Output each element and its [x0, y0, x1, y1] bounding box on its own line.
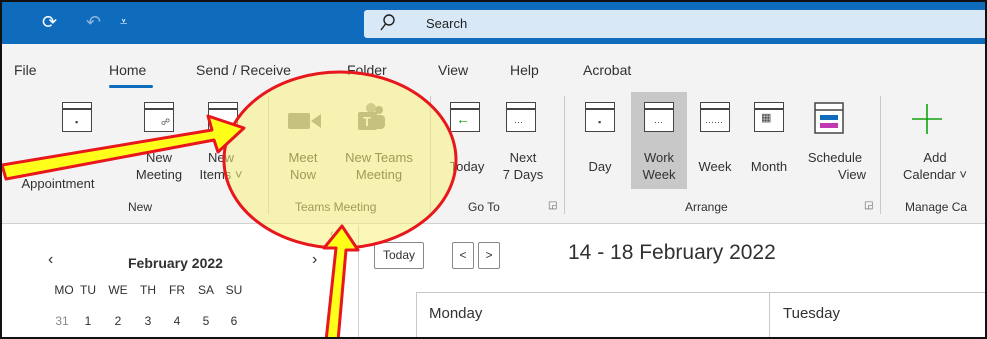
- next-7-days-icon: ⋯: [506, 102, 536, 132]
- tab-view[interactable]: View: [438, 62, 468, 78]
- new-items-icon: [208, 102, 238, 132]
- previous-month-button[interactable]: ‹: [48, 251, 53, 269]
- weekday-label: FR: [169, 283, 185, 297]
- tab-acrobat[interactable]: Acrobat: [583, 62, 631, 78]
- weekday-label: SA: [197, 283, 214, 297]
- dialog-launcher-icon[interactable]: ◲: [548, 200, 557, 211]
- work-week-icon: ⋯: [644, 102, 674, 132]
- calendar-day[interactable]: 31: [49, 314, 75, 328]
- tab-folder[interactable]: Folder: [347, 62, 387, 78]
- svg-text:T: T: [363, 114, 371, 129]
- weekday-label: MO: [54, 283, 74, 297]
- week-view-icon: ⋯⋯: [700, 102, 730, 132]
- teams-icon: T: [358, 103, 385, 130]
- ribbon-separator: [564, 96, 565, 214]
- calendar-day[interactable]: 6: [221, 314, 247, 328]
- calendar-day[interactable]: 1: [75, 314, 101, 328]
- title-bar: ⟳ ↶ ⩡ Search: [2, 2, 985, 44]
- grid-divider: [769, 293, 770, 337]
- new-appointment-icon: ▪: [62, 102, 92, 132]
- group-label-new: New: [128, 200, 153, 214]
- next-month-button[interactable]: ›: [312, 251, 317, 269]
- weekday-label: TH: [140, 283, 156, 297]
- weekday-label: TU: [80, 283, 96, 297]
- active-tab-indicator: [109, 85, 153, 88]
- week-view-button[interactable]: Week: [692, 158, 738, 175]
- day-header-tuesday: Tuesday: [783, 305, 840, 322]
- schedule-view-icon: [814, 102, 844, 134]
- today-nav-button[interactable]: Today: [374, 242, 424, 269]
- new-items-button[interactable]: New Items ˅: [196, 149, 246, 183]
- calendar-grid: Monday Tuesday: [416, 292, 985, 337]
- weekday-label: SU: [225, 283, 243, 297]
- today-icon: ←: [450, 102, 480, 132]
- sync-icon[interactable]: ⟳: [42, 10, 57, 34]
- tab-help[interactable]: Help: [510, 62, 539, 78]
- ribbon-separator: [430, 96, 431, 214]
- collapse-pane-icon[interactable]: ‹: [330, 228, 334, 240]
- camera-icon: [288, 113, 321, 129]
- new-meeting-button[interactable]: New Meeting: [124, 149, 194, 183]
- add-calendar-button[interactable]: Add Calendar ˅: [890, 149, 980, 183]
- new-meeting-icon: ☍: [144, 102, 174, 132]
- calendar-day[interactable]: 3: [135, 314, 161, 328]
- chevron-down-icon: ˅: [231, 167, 243, 182]
- group-label-arrange: Arrange: [685, 200, 728, 214]
- menu-bar: File Home Send / Receive Folder View Hel…: [2, 44, 985, 90]
- new-teams-meeting-button[interactable]: New Teams Meeting: [336, 149, 422, 183]
- tab-file[interactable]: File: [14, 62, 37, 78]
- month-title: February 2022: [128, 255, 223, 271]
- group-label-go-to: Go To: [468, 200, 500, 214]
- today-button[interactable]: Today: [444, 158, 490, 175]
- next-7-days-button[interactable]: Next 7 Days: [498, 149, 548, 183]
- day-view-icon: ▪: [585, 102, 615, 132]
- date-navigator: ‹ February 2022 › MO TU WE TH FR SA SU 3…: [2, 225, 359, 337]
- dialog-launcher-icon[interactable]: ◲: [864, 200, 873, 211]
- weekday-label: WE: [108, 283, 128, 297]
- meet-now-button[interactable]: Meet Now: [278, 149, 328, 183]
- schedule-view-button[interactable]: Schedule View: [800, 149, 870, 183]
- calendar-day[interactable]: 5: [193, 314, 219, 328]
- previous-week-button[interactable]: <: [452, 242, 474, 269]
- ribbon-separator: [268, 96, 269, 214]
- day-header-monday: Monday: [429, 305, 483, 322]
- date-range-title: 14 - 18 February 2022: [568, 241, 776, 264]
- new-appointment-button[interactable]: Appointment: [4, 158, 112, 192]
- customize-quick-access-icon[interactable]: ⩡: [120, 10, 127, 34]
- calendar-day[interactable]: 4: [164, 314, 190, 328]
- search-icon: [380, 14, 396, 35]
- next-week-button[interactable]: >: [478, 242, 500, 269]
- month-view-icon: ▦: [754, 102, 784, 132]
- calendar-day[interactable]: 2: [105, 314, 131, 328]
- day-view-button[interactable]: Day: [580, 158, 620, 175]
- group-label-manage-calendars: Manage Ca: [905, 200, 968, 214]
- calendar-view: Today < > 14 - 18 February 2022 Monday T…: [360, 225, 985, 337]
- chevron-down-icon: ˅: [955, 167, 967, 182]
- month-view-button[interactable]: Month: [740, 158, 798, 175]
- outlook-window: ⟳ ↶ ⩡ Search File Home Send / Receive Fo…: [0, 0, 987, 339]
- undo-icon[interactable]: ↶: [86, 10, 101, 34]
- work-week-button[interactable]: Work Week: [631, 149, 687, 183]
- search-placeholder: Search: [426, 16, 468, 31]
- search-input[interactable]: Search: [364, 10, 985, 38]
- ribbon: ▪ Appointment ☍ New Meeting New Items ˅ …: [2, 90, 985, 224]
- ribbon-separator: [880, 96, 881, 214]
- add-icon: [912, 104, 942, 134]
- tab-send-receive[interactable]: Send / Receive: [196, 62, 291, 78]
- tab-home[interactable]: Home: [109, 62, 146, 78]
- group-label-teams-meeting: Teams Meeting: [295, 200, 377, 214]
